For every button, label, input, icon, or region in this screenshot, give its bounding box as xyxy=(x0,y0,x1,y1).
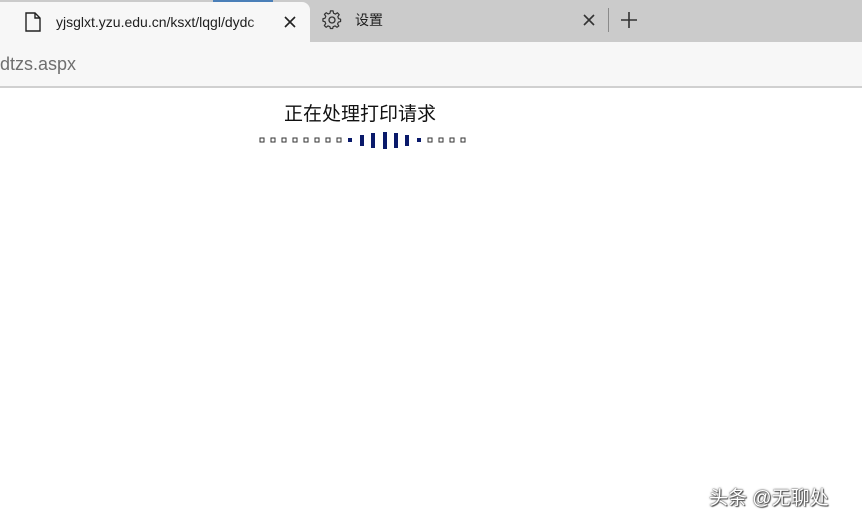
close-tab-icon[interactable] xyxy=(281,13,299,31)
progress-dot xyxy=(336,137,342,143)
progress-dot xyxy=(292,137,298,143)
progress-dot xyxy=(348,138,352,142)
progress-bar-segment xyxy=(405,135,409,146)
loading-progress-indicator xyxy=(259,132,466,149)
progress-dot xyxy=(314,137,320,143)
gear-icon xyxy=(322,10,342,30)
progress-bar-segment xyxy=(371,133,375,148)
watermark: 头条 @无聊处 xyxy=(709,488,829,509)
new-tab-icon[interactable] xyxy=(619,10,639,30)
progress-dot xyxy=(325,137,331,143)
address-bar[interactable]: dtzs.aspx xyxy=(0,42,862,86)
progress-bar-segment xyxy=(394,133,398,148)
progress-bar-segment xyxy=(383,132,387,149)
progress-dot xyxy=(303,137,309,143)
progress-dot xyxy=(259,137,265,143)
status-message: 正在处理打印请求 xyxy=(284,104,437,125)
progress-dot xyxy=(460,137,466,143)
progress-dot xyxy=(449,137,455,143)
tab-title: 设置 xyxy=(355,12,383,28)
progress-dot xyxy=(281,137,287,143)
progress-dot xyxy=(417,138,421,142)
tab-active[interactable]: yjsglxt.yzu.edu.cn/ksxt/lqgl/dydc xyxy=(0,2,310,42)
close-tab-icon[interactable] xyxy=(580,11,598,29)
progress-bar-segment xyxy=(360,135,364,146)
tab-divider xyxy=(608,8,609,32)
tab-title: yjsglxt.yzu.edu.cn/ksxt/lqgl/dydc xyxy=(56,14,255,30)
address-url[interactable]: dtzs.aspx xyxy=(0,54,76,74)
progress-dot xyxy=(270,137,276,143)
document-icon xyxy=(25,12,41,32)
tab-strip: yjsglxt.yzu.edu.cn/ksxt/lqgl/dydc 设置 xyxy=(0,0,862,42)
progress-dot xyxy=(438,137,444,143)
progress-dot xyxy=(427,137,433,143)
toolbar-divider xyxy=(0,86,862,88)
